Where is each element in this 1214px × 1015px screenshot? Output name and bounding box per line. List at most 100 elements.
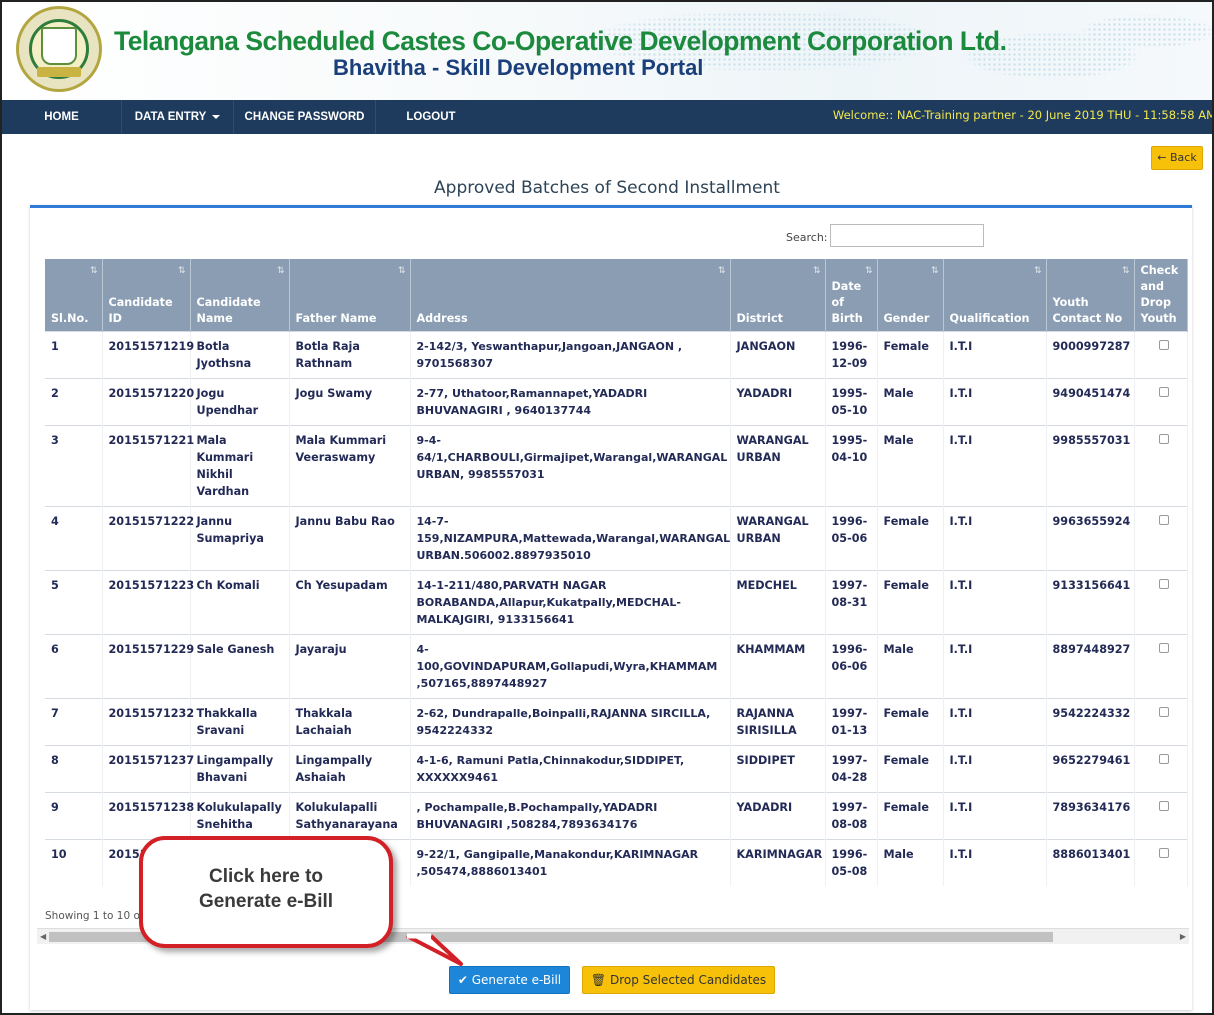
table-cell: Female <box>877 745 944 793</box>
generate-ebill-button[interactable]: ✔ Generate e-Bill <box>449 966 570 994</box>
table-cell: 8886013401 <box>1046 839 1135 886</box>
table-cell: 4-1-6, Ramuni Patla,Chinnakodur,SIDDIPET… <box>410 745 731 793</box>
sort-icon[interactable]: ⇅ <box>718 263 726 279</box>
site-subtitle: Bhavitha - Skill Development Portal <box>333 55 704 80</box>
sort-icon[interactable]: ⇅ <box>398 263 406 279</box>
table-cell: Female <box>877 792 944 840</box>
drop-youth-checkbox[interactable] <box>1158 643 1169 653</box>
table-cell: 14-1-211/480,PARVATH NAGAR BORABANDA,All… <box>410 570 731 635</box>
table-cell <box>1134 570 1188 635</box>
table-info: Showing 1 to 10 of <box>45 910 144 922</box>
instruction-callout: Click here to Generate e-Bill <box>139 836 465 966</box>
table-cell: Male <box>877 425 944 507</box>
sort-icon[interactable]: ⇅ <box>90 263 98 279</box>
table-cell <box>1134 792 1188 840</box>
column-header[interactable]: Gender ⇅ <box>877 259 944 332</box>
table-cell: 1997-08-31 <box>825 570 878 635</box>
table-cell: Female <box>877 698 944 746</box>
table-cell: 20151571229 <box>102 634 194 699</box>
column-header[interactable]: Youth Contact No ⇅ <box>1046 259 1135 332</box>
sort-icon[interactable]: ⇅ <box>931 263 939 279</box>
column-header[interactable]: Sl.No. ⇅ <box>45 259 103 332</box>
sort-icon[interactable]: ⇅ <box>865 263 873 279</box>
drop-selected-button[interactable]: 🗑 Drop Selected Candidates <box>582 966 775 994</box>
drop-youth-checkbox[interactable] <box>1158 434 1169 444</box>
column-header-label: Candidate Name <box>196 296 261 325</box>
drop-youth-checkbox[interactable] <box>1158 848 1169 858</box>
column-header[interactable]: Date of Birth ⇅ <box>825 259 878 332</box>
column-header[interactable]: Father Name ⇅ <box>289 259 411 332</box>
table-cell <box>1134 331 1188 379</box>
table-cell: 1996-05-06 <box>825 506 878 571</box>
table-cell: Thakkala Lachaiah <box>289 698 411 746</box>
scroll-right-icon[interactable]: ▶ <box>1180 932 1186 941</box>
table-cell: Sale Ganesh <box>190 634 290 699</box>
table-cell: 20151571232 <box>102 698 194 746</box>
table-cell <box>1134 745 1188 793</box>
back-button[interactable]: ← Back <box>1151 146 1203 170</box>
table-cell: Jogu Upendhar <box>190 378 290 426</box>
drop-youth-checkbox[interactable] <box>1158 707 1169 717</box>
table-cell: Mala Kummari Nikhil Vardhan <box>190 425 290 507</box>
trash-icon: 🗑 <box>590 973 607 987</box>
sort-icon[interactable]: ⇅ <box>277 263 285 279</box>
page-frame: Telangana Scheduled Castes Co-Operative … <box>0 0 1214 1015</box>
table-cell: 20151571219 <box>102 331 194 379</box>
column-header[interactable]: Check and Drop Youth <box>1134 259 1188 332</box>
table-cell: YADADRI <box>730 792 826 840</box>
column-header[interactable]: Candidate ID ⇅ <box>102 259 191 332</box>
table-cell: WARANGAL URBAN <box>730 506 826 571</box>
table-cell: 9490451474 <box>1046 378 1135 426</box>
table-cell: I.T.I <box>943 698 1047 746</box>
column-header[interactable]: Address ⇅ <box>410 259 731 332</box>
table-cell: I.T.I <box>943 745 1047 793</box>
sort-icon[interactable]: ⇅ <box>813 263 821 279</box>
table-cell: 7893634176 <box>1046 792 1135 840</box>
drop-youth-checkbox[interactable] <box>1158 801 1169 811</box>
sort-icon[interactable]: ⇅ <box>1122 263 1130 279</box>
table-cell: 1995-04-10 <box>825 425 878 507</box>
table-cell: Male <box>877 378 944 426</box>
table-cell: KARIMNAGAR <box>730 839 826 886</box>
scroll-left-icon[interactable]: ◀ <box>40 932 46 941</box>
drop-youth-checkbox[interactable] <box>1158 340 1169 350</box>
column-header[interactable]: Candidate Name ⇅ <box>190 259 290 332</box>
table-cell: 7 <box>45 698 103 746</box>
nav-data-entry[interactable]: DATA ENTRY <box>122 100 234 134</box>
table-row: 9 20151571238 Kolukulapally Snehitha Koluku… <box>45 792 1188 840</box>
nav-change-password[interactable]: CHANGE PASSWORD <box>234 100 376 134</box>
table-cell: Female <box>877 570 944 635</box>
drop-youth-checkbox[interactable] <box>1158 754 1169 764</box>
drop-youth-checkbox[interactable] <box>1158 579 1169 589</box>
column-header-label: Address <box>416 312 468 325</box>
table-cell: 2 <box>45 378 103 426</box>
table-cell: 1 <box>45 331 103 379</box>
table-cell: Male <box>877 839 944 886</box>
table-row: 4 20151571222 Jannu Sumapriya Jannu Babu Ra… <box>45 506 1188 571</box>
sort-icon[interactable]: ⇅ <box>1034 263 1042 279</box>
table-cell: 4-100,GOVINDAPURAM,Gollapudi,Wyra,KHAMMA… <box>410 634 731 699</box>
table-cell: Jannu Babu Rao <box>289 506 411 571</box>
page-title: Approved Batches of Second Installment <box>434 178 780 198</box>
sort-icon[interactable]: ⇅ <box>178 263 186 279</box>
table-cell: Female <box>877 331 944 379</box>
column-header[interactable]: District ⇅ <box>730 259 826 332</box>
nav-home[interactable]: HOME <box>2 100 122 134</box>
table-cell: I.T.I <box>943 331 1047 379</box>
table-cell: Lingampally Ashaiah <box>289 745 411 793</box>
table-cell: 2-77, Uthatoor,Ramannapet,YADADRI BHUVAN… <box>410 378 731 426</box>
nav-logout[interactable]: LOGOUT <box>376 100 486 134</box>
table-cell <box>1134 634 1188 699</box>
table-cell: 9133156641 <box>1046 570 1135 635</box>
table-cell: 9652279461 <box>1046 745 1135 793</box>
drop-youth-checkbox[interactable] <box>1158 515 1169 525</box>
candidates-table: Sl.No. ⇅ Candidate ID ⇅ Candidate Name ⇅ Fathe… <box>45 259 1188 886</box>
search-input[interactable] <box>830 224 984 247</box>
table-cell: 1996-12-09 <box>825 331 878 379</box>
table-cell: Botla Jyothsna <box>190 331 290 379</box>
drop-youth-checkbox[interactable] <box>1158 387 1169 397</box>
table-cell: 2-62, Dundrapalle,Boinpalli,RAJANNA SIRC… <box>410 698 731 746</box>
column-header[interactable]: Qualification ⇅ <box>943 259 1047 332</box>
welcome-message: Welcome:: NAC-Training partner - 20 June… <box>832 108 1214 122</box>
table-cell: 3 <box>45 425 103 507</box>
